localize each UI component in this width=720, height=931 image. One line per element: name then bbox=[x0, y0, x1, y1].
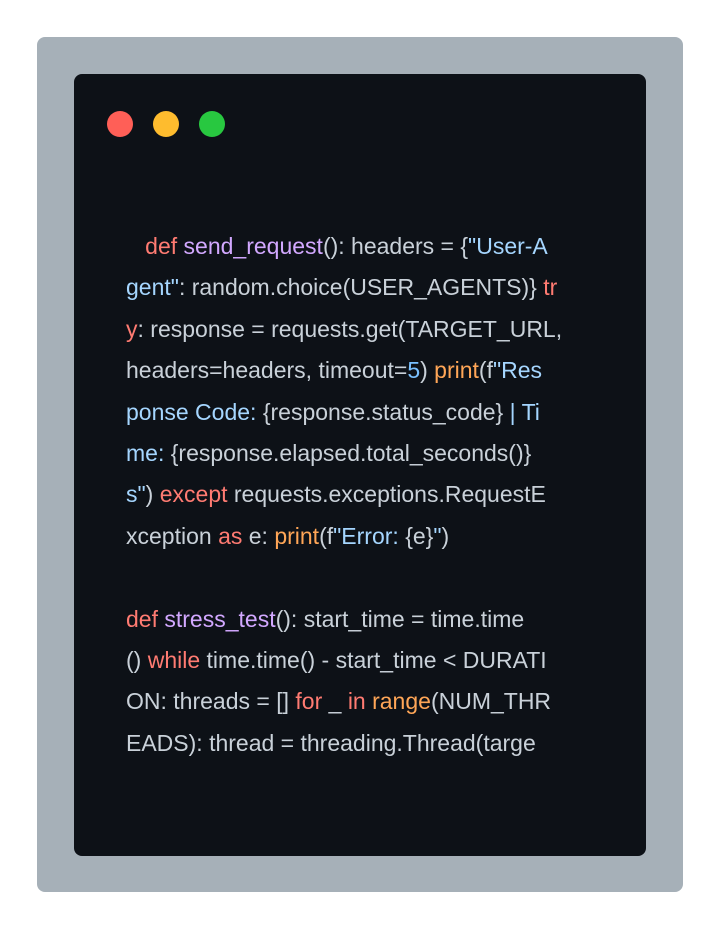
code-token: stress_test bbox=[164, 605, 276, 632]
code-token: {response.elapsed.total_seconds()} bbox=[170, 439, 532, 466]
code-token: (): headers = { bbox=[322, 233, 469, 259]
maximize-dot-icon[interactable] bbox=[199, 111, 225, 137]
code-token: "User-A bbox=[468, 233, 548, 259]
minimize-dot-icon[interactable] bbox=[153, 111, 179, 137]
code-token: {e} bbox=[405, 522, 434, 549]
code-line: xception as e: print(f"Error: {e}") bbox=[126, 516, 596, 557]
code-token: ponse Code: bbox=[126, 398, 263, 425]
code-token: : random.choice(USER_AGENTS)} bbox=[178, 274, 544, 301]
code-token: ) bbox=[420, 357, 435, 384]
code-token: print bbox=[434, 357, 479, 384]
code-token: | Ti bbox=[503, 398, 540, 425]
code-token: time.time() - start_time < DURATI bbox=[200, 646, 547, 673]
code-line: y: response = requests.get(TARGET_URL, bbox=[126, 309, 596, 350]
code-token: " bbox=[433, 522, 442, 549]
code-window: def send_request(): headers = {"User-A ge… bbox=[74, 74, 646, 856]
code-token: "Error: bbox=[333, 522, 406, 549]
code-token: 5 bbox=[407, 357, 421, 384]
code-token: () bbox=[126, 646, 148, 673]
code-token: (): start_time = time.time bbox=[275, 605, 525, 632]
code-line: ON: threads = [] for _ in range(NUM_THR bbox=[126, 681, 596, 722]
code-token: _ bbox=[322, 688, 348, 715]
code-line: () while time.time() - start_time < DURA… bbox=[126, 640, 596, 681]
code-token: : response = requests.get(TARGET_URL, bbox=[137, 315, 563, 342]
code-token: ) bbox=[441, 522, 450, 549]
window-controls bbox=[107, 111, 225, 137]
code-token: for bbox=[295, 688, 323, 715]
code-token: ON: threads = [] bbox=[126, 688, 296, 715]
code-token: y bbox=[126, 315, 138, 342]
code-token: def bbox=[126, 605, 158, 632]
code-block: def send_request(): headers = {"User-A ge… bbox=[126, 226, 596, 764]
code-line: def send_request(): headers = {"User-A bbox=[126, 226, 596, 267]
code-token: while bbox=[147, 646, 201, 673]
code-token: tr bbox=[543, 274, 558, 301]
code-token: as bbox=[218, 522, 243, 549]
code-token: headers=headers, timeout= bbox=[126, 357, 408, 384]
code-token: e: bbox=[242, 522, 275, 549]
close-dot-icon[interactable] bbox=[107, 111, 133, 137]
code-line: me: {response.elapsed.total_seconds()} bbox=[126, 433, 596, 474]
code-token: s" bbox=[126, 481, 146, 508]
code-token: print bbox=[274, 522, 320, 549]
code-token: ) bbox=[145, 481, 160, 508]
code-line: ponse Code: {response.status_code} | Ti bbox=[126, 392, 596, 433]
code-line: EADS): thread = threading.Thread(targe bbox=[126, 723, 596, 764]
code-token: "Res bbox=[492, 357, 543, 384]
code-token: def bbox=[145, 233, 178, 259]
code-token: EADS): thread = threading.Thread(targe bbox=[126, 729, 536, 756]
code-token: in bbox=[347, 688, 366, 715]
code-token: requests.exceptions.RequestE bbox=[227, 481, 546, 508]
code-token: send_request bbox=[183, 233, 323, 259]
code-token: {response.status_code} bbox=[262, 398, 504, 425]
code-line: def stress_test(): start_time = time.tim… bbox=[126, 599, 596, 640]
code-line: gent": random.choice(USER_AGENTS)} tr bbox=[126, 267, 596, 308]
code-token: except bbox=[159, 481, 228, 508]
code-line: s") except requests.exceptions.RequestE bbox=[126, 474, 596, 515]
code-token: (NUM_THR bbox=[430, 688, 552, 715]
code-token: range bbox=[372, 688, 431, 715]
code-token: (f bbox=[319, 522, 334, 549]
code-token: gent" bbox=[126, 274, 179, 301]
code-token: (f bbox=[478, 357, 493, 384]
code-token: me: bbox=[126, 439, 171, 466]
code-token: xception bbox=[126, 522, 219, 549]
code-line: headers=headers, timeout=5) print(f"Res bbox=[126, 350, 596, 391]
